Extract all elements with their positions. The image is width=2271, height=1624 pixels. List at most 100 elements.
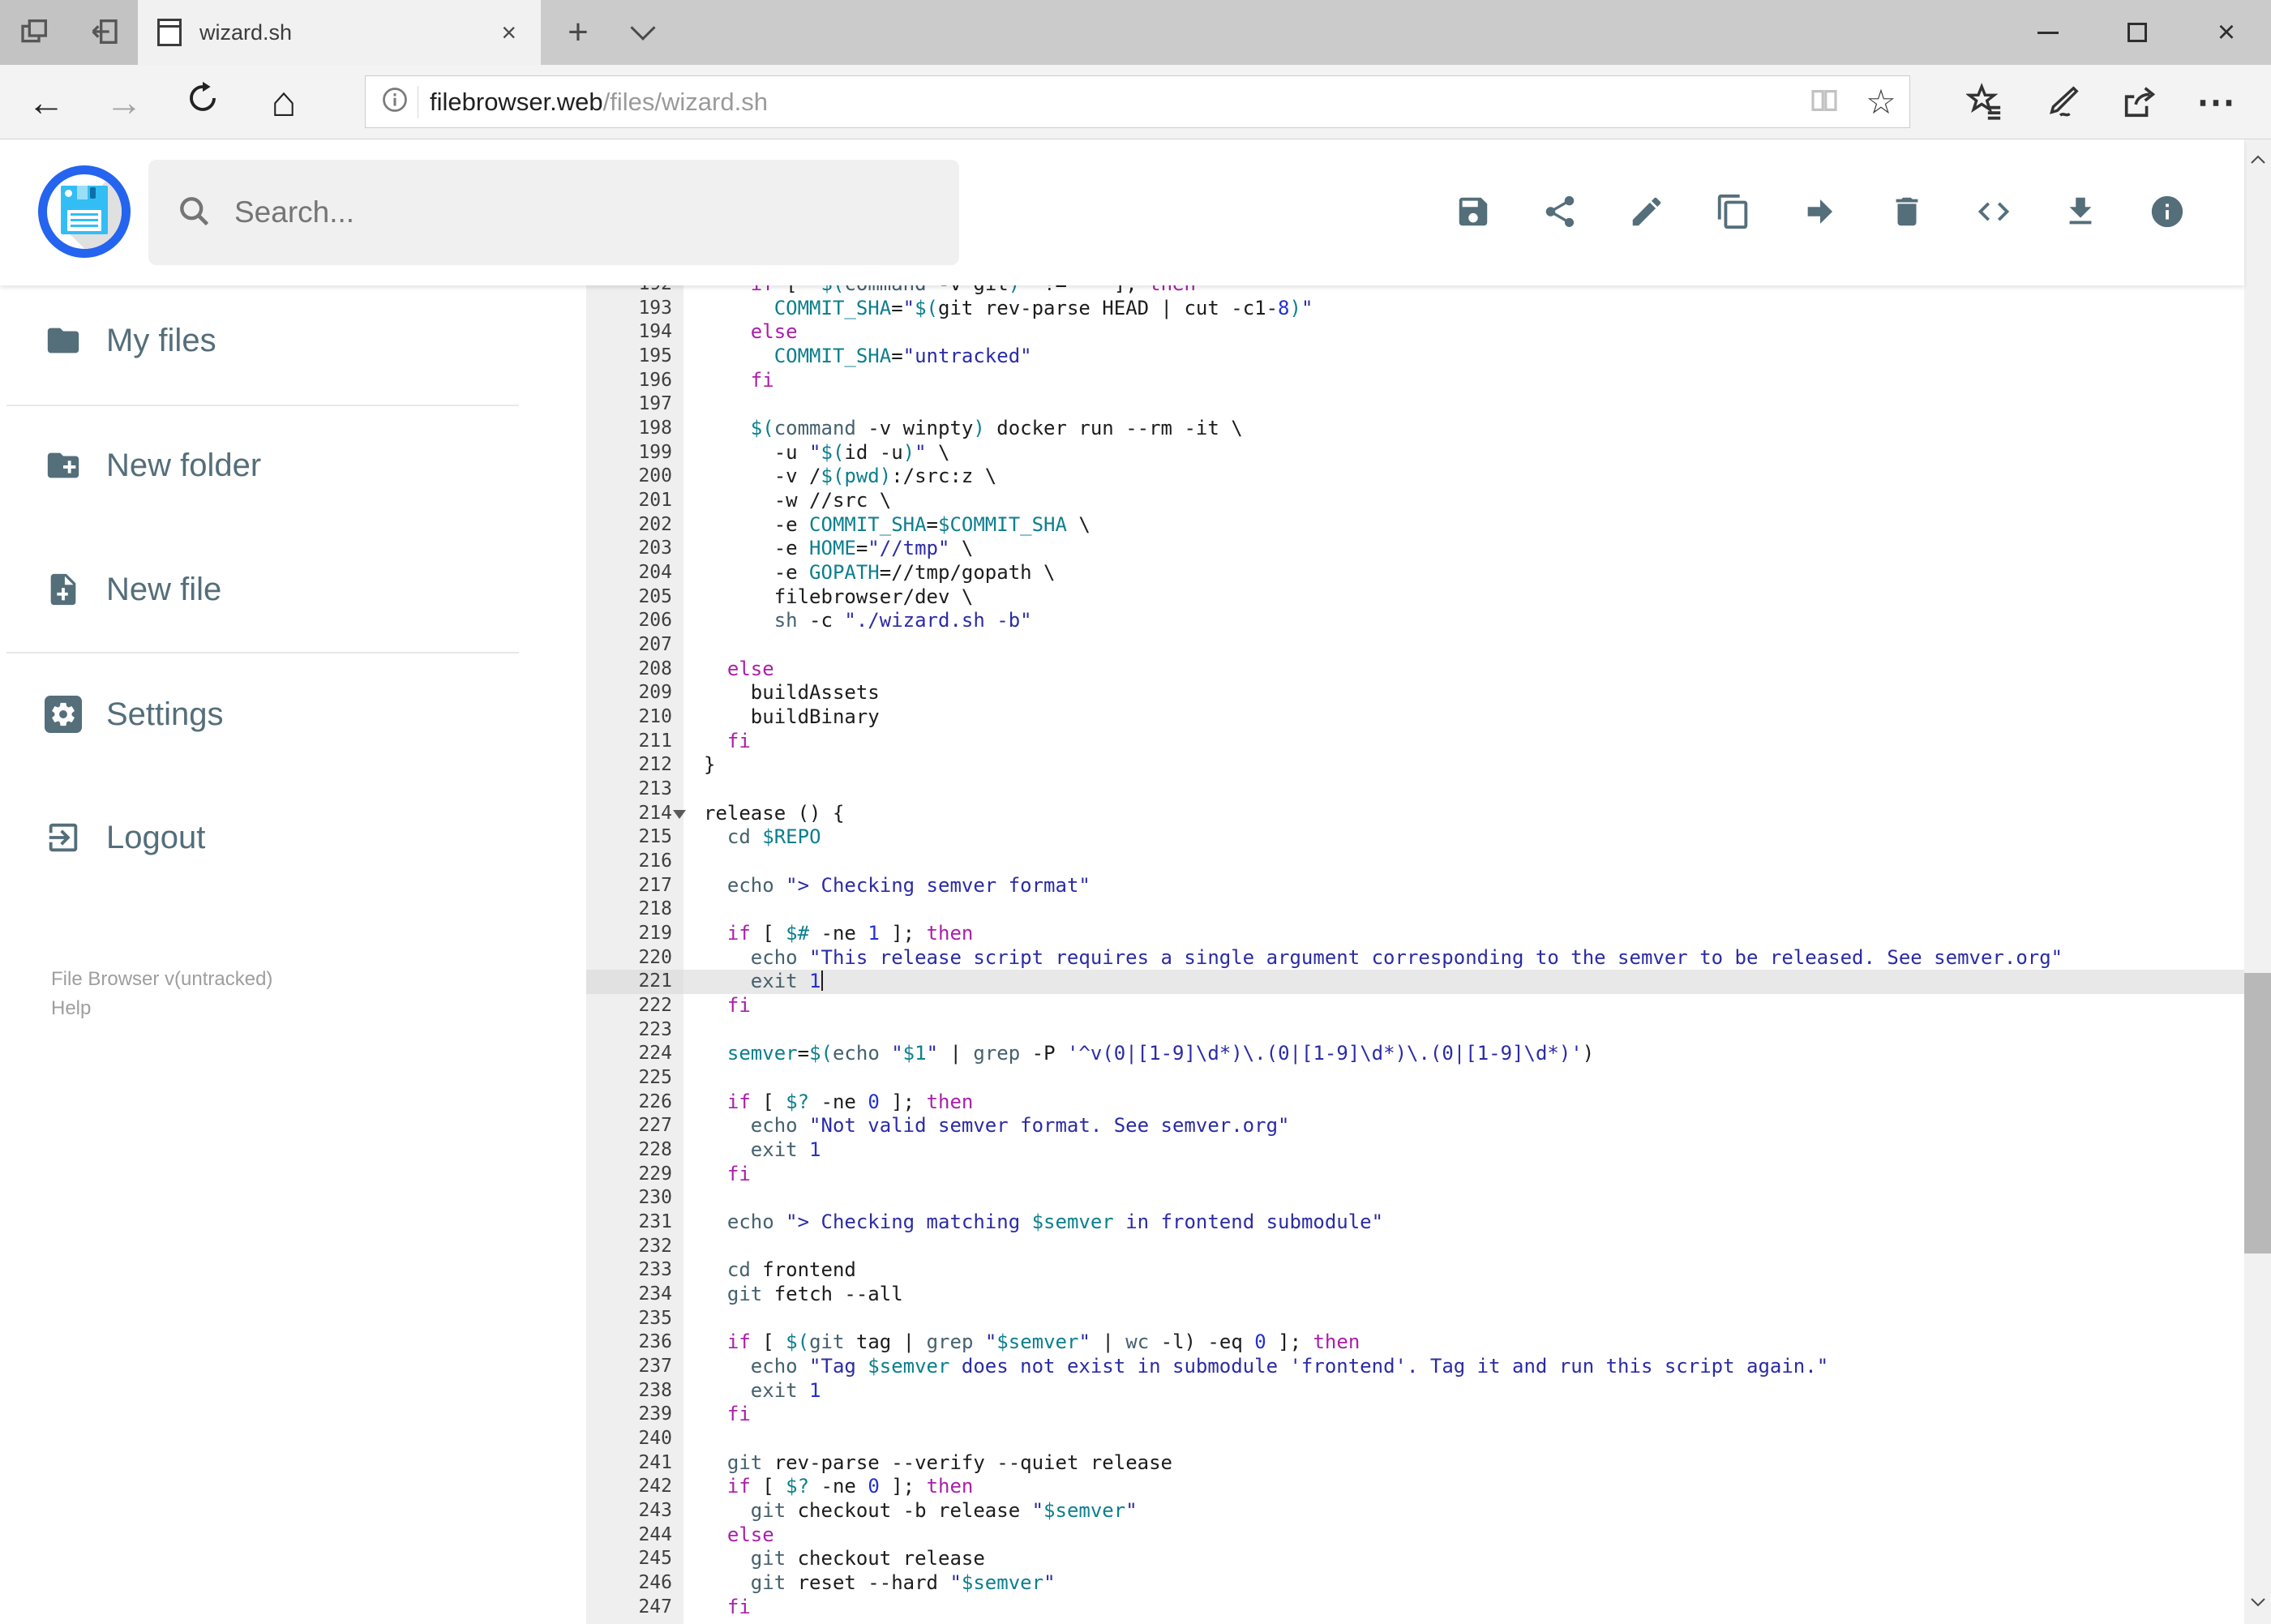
filebrowser-logo[interactable] (38, 165, 131, 258)
sidebar-item-settings[interactable]: Settings (0, 674, 535, 755)
code-line[interactable]: 199 -u "$(id -u)" \ (568, 441, 2244, 465)
scroll-up-button[interactable] (2244, 146, 2271, 175)
close-window-button[interactable]: × (2182, 0, 2271, 65)
sidebar-item-new-file[interactable]: New file (0, 549, 535, 630)
minimize-button[interactable] (2003, 0, 2093, 65)
code-line[interactable]: 217 echo "> Checking semver format" (568, 874, 2244, 898)
refresh-button[interactable] (166, 65, 239, 139)
code-line[interactable]: 234 git fetch --all (568, 1283, 2244, 1307)
code-line[interactable]: 218 (568, 898, 2244, 922)
browser-tab[interactable]: wizard.sh × (138, 0, 541, 65)
copy-button[interactable] (1690, 164, 1776, 261)
code-line[interactable]: 230 (568, 1186, 2244, 1211)
code-editor[interactable]: 192 if [ "$(command -v git)" != "" ]; th… (568, 285, 2244, 1624)
code-line[interactable]: 201 -w //src \ (568, 489, 2244, 513)
code-line[interactable]: 192 if [ "$(command -v git)" != "" ]; th… (568, 285, 2244, 297)
sidebar-item-my-files[interactable]: My files (0, 300, 535, 381)
code-line[interactable]: 226 if [ $? -ne 0 ]; then (568, 1091, 2244, 1115)
code-line[interactable]: 204 -e GOPATH=//tmp/gopath \ (568, 561, 2244, 585)
search-input[interactable]: Search... (148, 160, 959, 265)
code-line[interactable]: 221 exit 1 (568, 970, 2244, 994)
code-line[interactable]: 196 fi (568, 369, 2244, 393)
code-line[interactable]: 243 git checkout -b release "$semver" (568, 1499, 2244, 1523)
code-line[interactable]: 213 (568, 778, 2244, 802)
share-page-button[interactable] (2102, 65, 2176, 139)
code-line[interactable]: 214 release () { (568, 802, 2244, 826)
code-line[interactable]: 203 -e HOME="//tmp" \ (568, 537, 2244, 561)
sidebar-item-logout[interactable]: Logout (0, 797, 535, 878)
code-line[interactable]: 210 buildBinary (568, 705, 2244, 730)
code-line[interactable]: 229 fi (568, 1163, 2244, 1187)
download-button[interactable] (2037, 164, 2123, 261)
code-line[interactable]: 240 (568, 1427, 2244, 1451)
code-line[interactable]: 219 if [ $# -ne 1 ]; then (568, 922, 2244, 946)
code-line[interactable]: 209 buildAssets (568, 681, 2244, 705)
code-line[interactable]: 236 if [ $(git tag | grep "$semver" | wc… (568, 1330, 2244, 1355)
code-line[interactable]: 227 echo "Not valid semver format. See s… (568, 1114, 2244, 1138)
code-line[interactable]: 247 fi (568, 1596, 2244, 1620)
code-line[interactable]: 246 git reset --hard "$semver" (568, 1571, 2244, 1596)
code-line[interactable]: 235 (568, 1307, 2244, 1331)
back-button[interactable]: ← (10, 65, 83, 139)
code-line[interactable]: 224 semver=$(echo "$1" | grep -P '^v(0|[… (568, 1042, 2244, 1066)
code-line[interactable]: 241 git rev-parse --verify --quiet relea… (568, 1451, 2244, 1476)
code-line[interactable]: 211 fi (568, 730, 2244, 754)
close-tab-button[interactable]: × (496, 19, 521, 45)
new-tab-button[interactable]: + (550, 0, 606, 65)
maximize-button[interactable] (2093, 0, 2182, 65)
fold-arrow-icon[interactable] (673, 809, 686, 819)
sidebar-item-new-folder[interactable]: New folder (0, 425, 535, 506)
code-line[interactable]: 239 fi (568, 1403, 2244, 1427)
scrollbar-thumb[interactable] (2244, 973, 2271, 1253)
site-info-icon[interactable] (380, 85, 409, 118)
code-line[interactable]: 232 (568, 1235, 2244, 1259)
code-line[interactable]: 194 else (568, 320, 2244, 345)
code-line[interactable]: 244 else (568, 1523, 2244, 1548)
code-line[interactable]: 212} (568, 753, 2244, 778)
code-line[interactable]: 242 if [ $? -ne 0 ]; then (568, 1475, 2244, 1499)
code-line[interactable]: 228 exit 1 (568, 1138, 2244, 1163)
share-button[interactable] (1516, 164, 1603, 261)
url-field[interactable]: filebrowser.web/files/wizard.sh ☆ (365, 75, 1910, 128)
hub-favorites-button[interactable] (1947, 65, 2022, 139)
code-line[interactable]: 193 COMMIT_SHA="$(git rev-parse HEAD | c… (568, 297, 2244, 321)
set-tabs-aside-button[interactable] (69, 0, 138, 65)
code-line[interactable]: 225 (568, 1066, 2244, 1091)
code-line[interactable]: 208 else (568, 658, 2244, 682)
code-line[interactable]: 215 cd $REPO (568, 825, 2244, 850)
code-line[interactable]: 245 git checkout release (568, 1547, 2244, 1571)
editor-button[interactable] (1950, 164, 2037, 261)
code-line[interactable]: 223 (568, 1018, 2244, 1043)
add-favorite-button[interactable]: ☆ (1853, 78, 1909, 126)
code-line[interactable]: 238 exit 1 (568, 1379, 2244, 1403)
move-button[interactable] (1776, 164, 1863, 261)
page-scrollbar[interactable] (2244, 139, 2271, 1624)
tab-preview-button[interactable] (0, 0, 69, 65)
tab-list-dropdown-button[interactable] (615, 0, 671, 65)
info-button[interactable] (2123, 164, 2210, 261)
code-line[interactable]: 202 -e COMMIT_SHA=$COMMIT_SHA \ (568, 513, 2244, 538)
delete-button[interactable] (1863, 164, 1950, 261)
code-line[interactable]: 207 (568, 633, 2244, 658)
code-line[interactable]: 231 echo "> Checking matching $semver in… (568, 1211, 2244, 1235)
code-line[interactable]: 198 $(command -v winpty) docker run --rm… (568, 417, 2244, 441)
code-line[interactable]: 216 (568, 850, 2244, 874)
code-line[interactable]: 233 cd frontend (568, 1258, 2244, 1283)
scroll-down-button[interactable] (2244, 1588, 2271, 1618)
rename-button[interactable] (1603, 164, 1690, 261)
more-options-button[interactable]: ⋯ (2179, 65, 2253, 139)
code-line[interactable]: 237 echo "Tag $semver does not exist in … (568, 1355, 2244, 1379)
reading-view-button[interactable] (1796, 78, 1853, 126)
code-line[interactable]: 222 fi (568, 994, 2244, 1018)
code-line[interactable]: 200 -v /$(pwd):/src:z \ (568, 465, 2244, 489)
save-button[interactable] (1429, 164, 1516, 261)
code-line[interactable]: 220 echo "This release script requires a… (568, 946, 2244, 971)
home-button[interactable]: ⌂ (247, 65, 320, 139)
code-line[interactable]: 206 sh -c "./wizard.sh -b" (568, 609, 2244, 633)
help-link[interactable]: Help (51, 997, 91, 1020)
forward-button[interactable]: → (88, 65, 161, 139)
code-line[interactable]: 197 (568, 392, 2244, 417)
web-notes-button[interactable] (2025, 65, 2099, 139)
code-line[interactable]: 195 COMMIT_SHA="untracked" (568, 345, 2244, 369)
code-line[interactable]: 205 filebrowser/dev \ (568, 585, 2244, 610)
